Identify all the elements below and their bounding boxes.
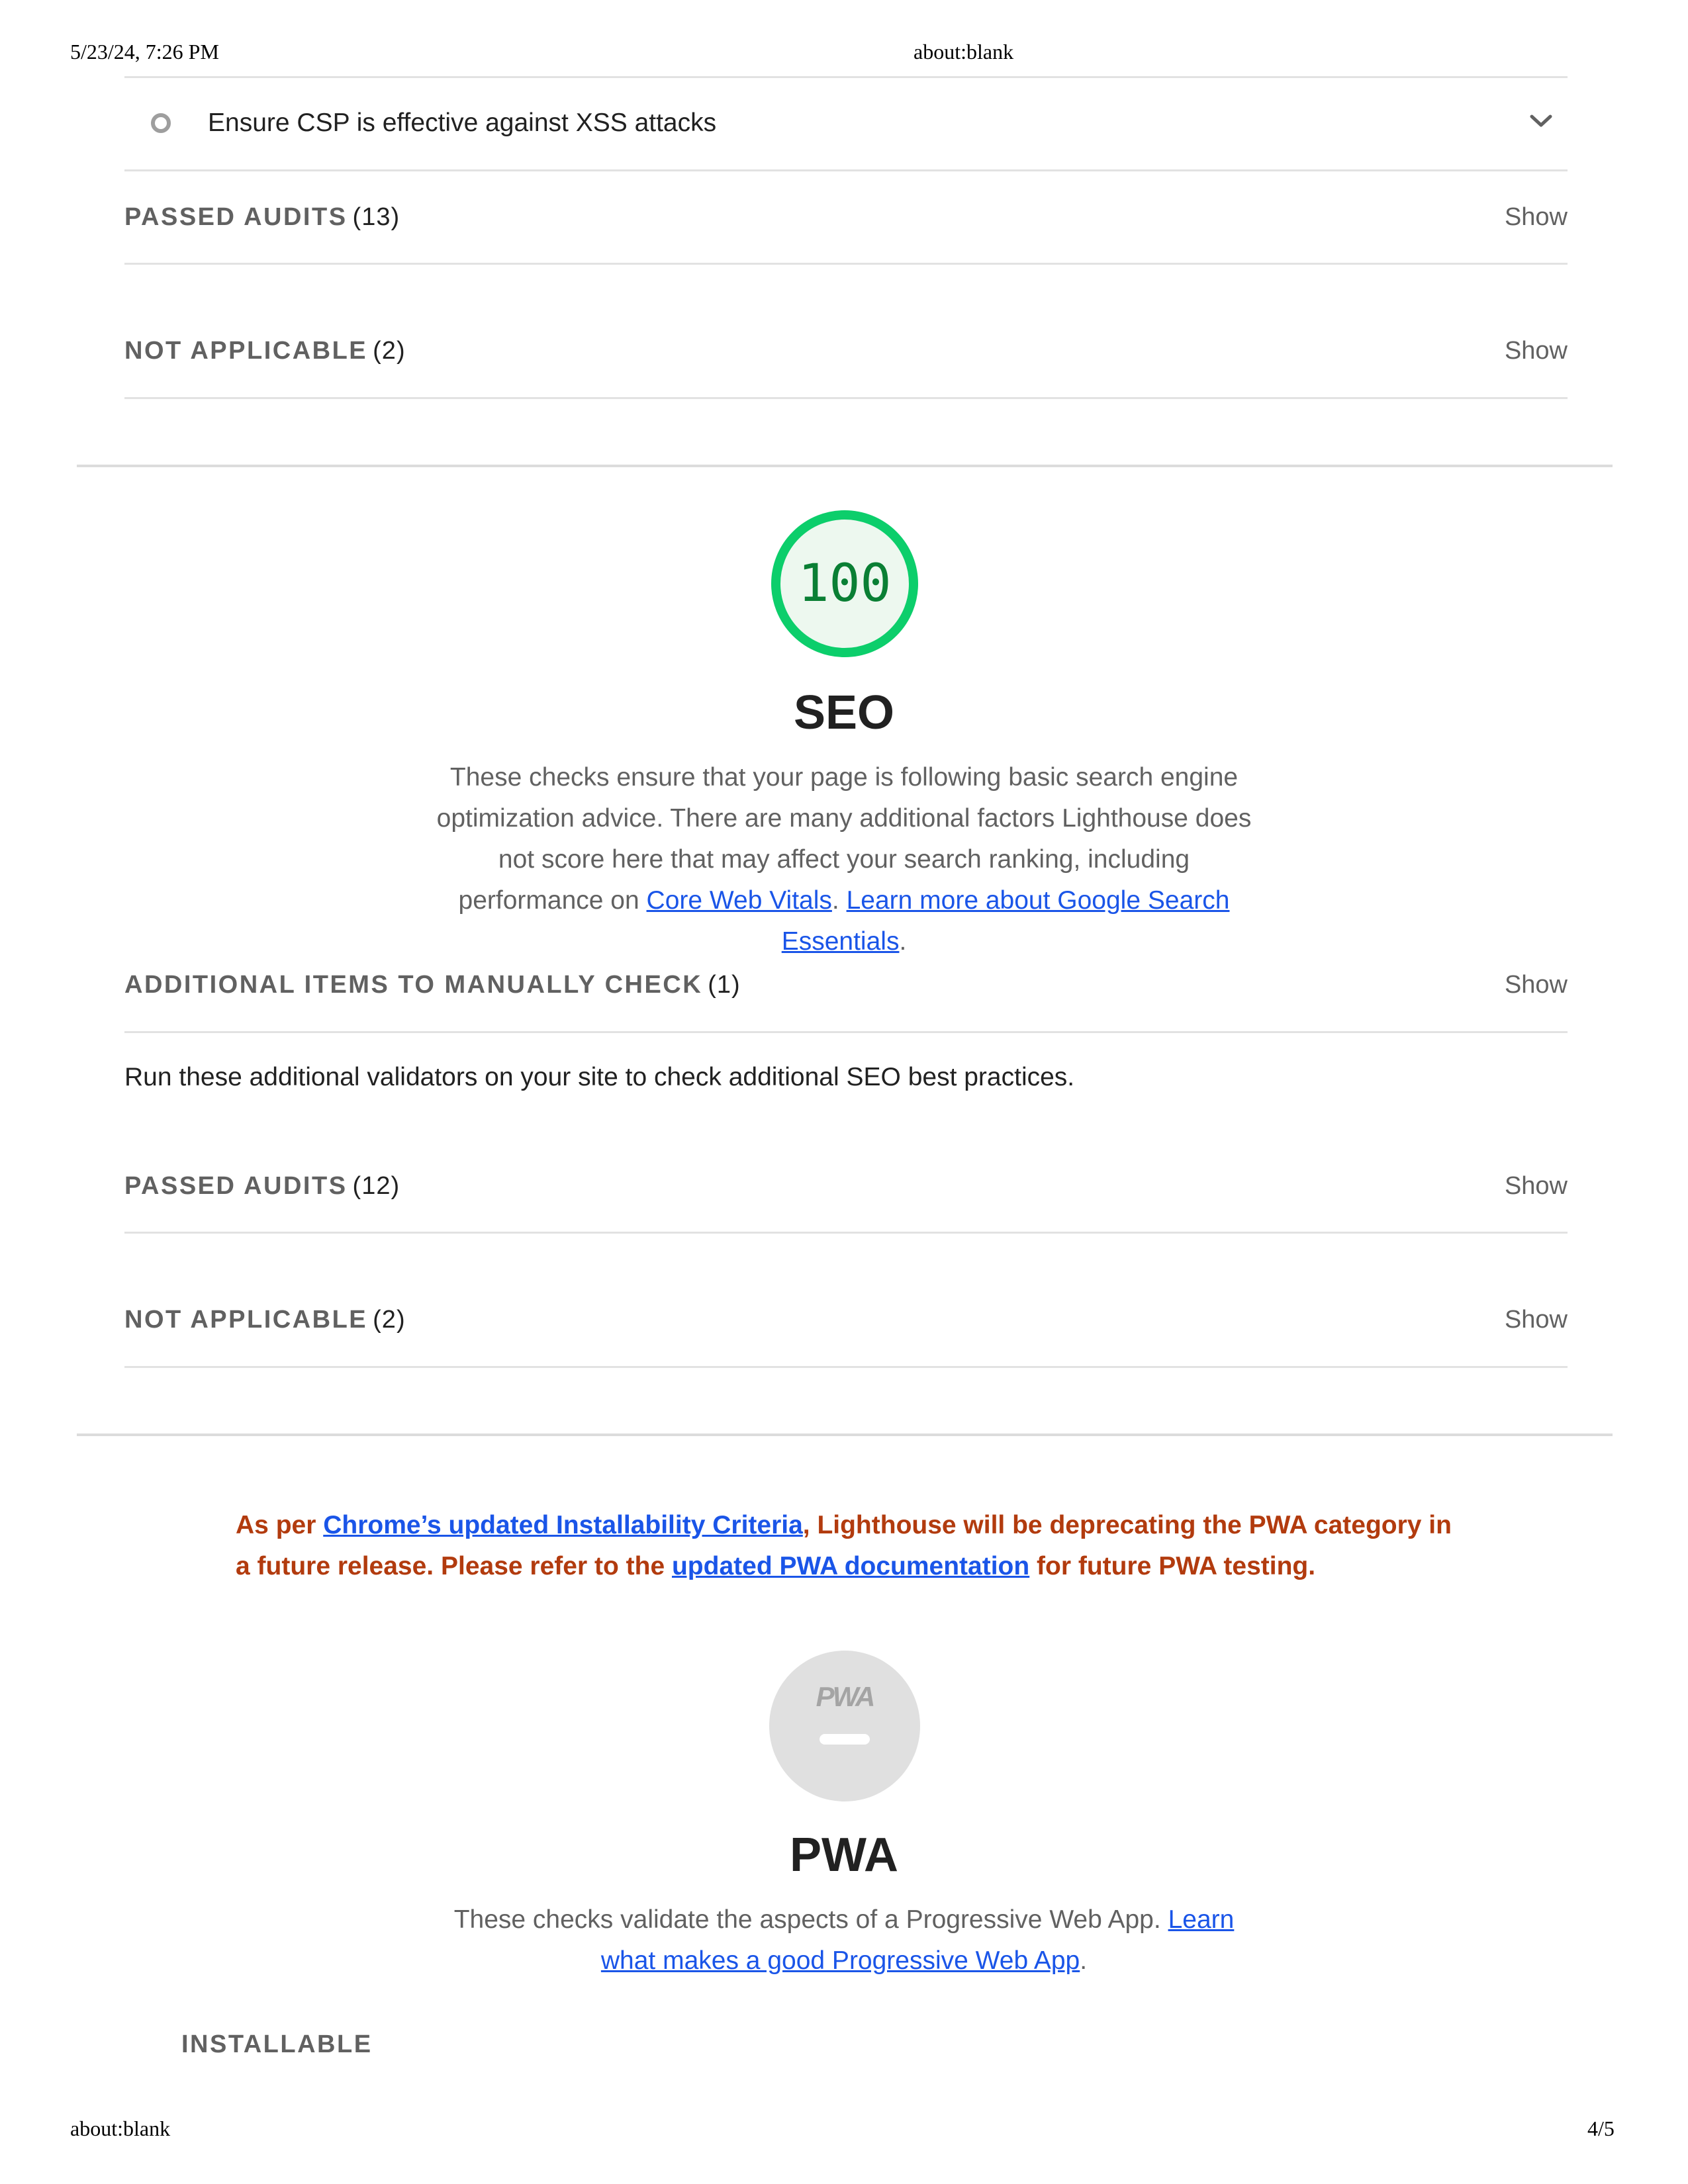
pwa-title: PWA (789, 1829, 898, 1882)
seo-description: These checks ensure that your page is fo… (424, 757, 1264, 962)
pwa-description-text: These checks validate the aspects of a P… (453, 1905, 1161, 1934)
print-page-number: 4/5 (1587, 2116, 1615, 2140)
google-search-essentials-link[interactable]: Learn more about Google Search Essential… (782, 886, 1230, 956)
informative-circle-icon (151, 113, 171, 133)
pwa-deprecation-warning: As per Chrome’s updated Installability C… (236, 1505, 1460, 1587)
seo-score: 100 (798, 554, 892, 614)
installable-group-title: INSTALLABLE (181, 2030, 373, 2058)
group-title: PASSED AUDITS (124, 203, 348, 231)
pwa-description: These checks validate the aspects of a P… (424, 1899, 1264, 1981)
group-count: (12) (352, 1171, 400, 1200)
audit-csp-xss[interactable]: Ensure CSP is effective against XSS atta… (124, 97, 1568, 150)
category-divider (77, 1433, 1613, 1436)
seo-title: SEO (793, 686, 895, 739)
group-count: (2) (373, 1305, 406, 1334)
group-passed-audits: PASSED AUDITS (13) Show (124, 193, 1568, 241)
pwa-documentation-link[interactable]: updated PWA documentation (672, 1552, 1029, 1580)
divider (124, 1366, 1568, 1368)
warning-text: As per (236, 1511, 316, 1539)
group-not-applicable: NOT APPLICABLE (2) Show (124, 327, 1568, 375)
show-button[interactable]: Show (1505, 203, 1568, 232)
core-web-vitals-link[interactable]: Core Web Vitals (647, 886, 832, 915)
divider (124, 76, 1568, 78)
manual-check-description: Run these additional validators on your … (124, 1063, 1075, 1091)
group-not-applicable: NOT APPLICABLE (2) Show (124, 1296, 1568, 1343)
pwa-logo-icon: PWA (816, 1681, 876, 1712)
group-count: (1) (708, 970, 741, 999)
print-title: about:blank (914, 40, 1014, 64)
group-count: (2) (373, 336, 406, 365)
print-footer-url: about:blank (70, 2116, 171, 2140)
divider (124, 397, 1568, 399)
group-count: (13) (352, 203, 400, 231)
divider (124, 263, 1568, 265)
group-title: NOT APPLICABLE (124, 336, 368, 365)
show-button[interactable]: Show (1505, 971, 1568, 999)
pwa-badge[interactable]: PWA (769, 1651, 920, 1801)
show-button[interactable]: Show (1505, 1172, 1568, 1201)
dash-icon (820, 1734, 870, 1745)
divider (124, 1031, 1568, 1033)
category-divider (77, 465, 1613, 467)
divider (124, 1232, 1568, 1234)
group-title: PASSED AUDITS (124, 1171, 348, 1200)
warning-text: for future PWA testing. (1037, 1552, 1316, 1580)
group-manual-check: ADDITIONAL ITEMS TO MANUALLY CHECK (1) Sh… (124, 961, 1568, 1009)
pwa-description-end: . (1080, 1946, 1088, 1975)
audit-title: Ensure CSP is effective against XSS atta… (208, 109, 717, 137)
divider (124, 169, 1568, 171)
print-datetime: 5/23/24, 7:26 PM (70, 40, 219, 64)
show-button[interactable]: Show (1505, 1306, 1568, 1334)
show-button[interactable]: Show (1505, 337, 1568, 365)
seo-description-end: . (899, 927, 907, 956)
seo-description-sep: . (831, 886, 839, 915)
installability-criteria-link[interactable]: Chrome’s updated Installability Criteria (323, 1511, 803, 1539)
chevron-down-icon[interactable] (1529, 113, 1553, 128)
seo-score-gauge[interactable]: 100 (769, 508, 920, 659)
group-title: ADDITIONAL ITEMS TO MANUALLY CHECK (124, 970, 703, 999)
group-title: NOT APPLICABLE (124, 1305, 368, 1334)
group-passed-audits: PASSED AUDITS (12) Show (124, 1162, 1568, 1210)
